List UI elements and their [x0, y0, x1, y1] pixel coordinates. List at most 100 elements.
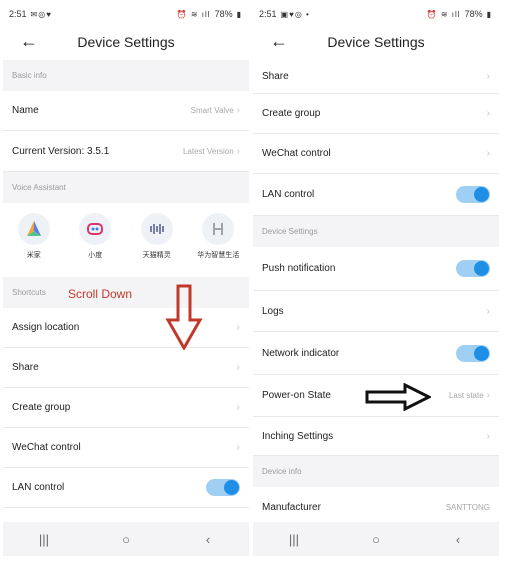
recent-apps-icon[interactable]: |||: [24, 532, 64, 547]
lan-control-toggle[interactable]: [206, 479, 240, 496]
current-version-label: Current Version: 3.5.1: [12, 145, 110, 157]
section-device-info: Device info: [253, 456, 499, 487]
voice-assistant-list: 米家 小度 天猫精灵 华为智慧生活: [3, 203, 249, 277]
signal-icons: ⏰ ≋ ıll: [176, 9, 211, 19]
push-notification-row: Push notification: [253, 247, 499, 291]
assistant-tmall-genie[interactable]: 天猫精灵: [129, 213, 184, 260]
huawei-smart-life-icon: [202, 213, 235, 245]
name-row[interactable]: Name Smart Valve ›: [3, 91, 249, 131]
back-nav-icon[interactable]: ‹: [438, 532, 478, 547]
manufacturer-label: Manufacturer: [262, 502, 321, 513]
power-on-state-label: Power-on State: [262, 390, 331, 401]
status-bar: 2:51 ▣♥◎ • ⏰ ≋ ıll 78% ▮: [253, 4, 499, 24]
chevron-right-icon: ›: [486, 108, 490, 119]
assistant-name: 小度: [88, 252, 103, 259]
battery-icon: ▮: [236, 9, 242, 19]
android-nav-bar: ||| ○ ‹: [253, 522, 499, 556]
chevron-right-icon: ›: [236, 322, 240, 333]
status-time: 2:51: [259, 9, 277, 19]
chevron-right-icon: ›: [236, 105, 240, 116]
assistant-huawei-smart-life[interactable]: 华为智慧生活: [191, 213, 246, 260]
mi-home-icon: [17, 213, 50, 245]
home-icon[interactable]: ○: [356, 532, 396, 547]
notification-icons: ▣♥◎ •: [280, 9, 310, 19]
chevron-right-icon: ›: [486, 71, 490, 82]
battery-level: 78%: [464, 9, 483, 19]
chevron-right-icon: ›: [486, 430, 490, 442]
share-row[interactable]: Share ›: [3, 348, 249, 388]
lan-control-label: LAN control: [12, 482, 65, 493]
inching-settings-label: Inching Settings: [262, 430, 334, 442]
section-device-settings: Device Settings: [253, 216, 499, 247]
wechat-control-row[interactable]: WeChat control ›: [3, 428, 249, 468]
chevron-right-icon: ›: [486, 390, 490, 401]
back-arrow-icon[interactable]: ←: [17, 30, 41, 52]
chevron-right-icon: ›: [236, 362, 240, 373]
recent-apps-icon[interactable]: |||: [274, 532, 314, 547]
section-basic-info: Basic info: [3, 60, 249, 91]
pointing-arrow-icon: [365, 383, 431, 411]
manufacturer-value: SANTTONG: [445, 503, 490, 512]
toggle-knob: [474, 187, 489, 202]
assistant-name: 天猫精灵: [142, 252, 171, 259]
scroll-down-annotation: Scroll Down: [68, 287, 133, 301]
assistant-xiaodu[interactable]: 小度: [68, 213, 123, 260]
share-label: Share: [262, 71, 289, 82]
toggle-knob: [474, 345, 489, 361]
logs-label: Logs: [262, 305, 284, 317]
network-indicator-label: Network indicator: [262, 347, 340, 359]
battery-icon: ▮: [486, 9, 492, 19]
android-nav-bar: ||| ○ ‹: [3, 522, 249, 556]
wechat-control-label: WeChat control: [12, 442, 81, 453]
signal-icons: ⏰ ≋ ıll: [426, 9, 461, 19]
network-indicator-row: Network indicator: [253, 332, 499, 375]
home-icon[interactable]: ○: [106, 532, 146, 547]
status-time: 2:51: [9, 9, 27, 19]
assign-location-label: Assign location: [12, 322, 80, 333]
chevron-right-icon: ›: [236, 402, 240, 413]
chevron-right-icon: ›: [236, 442, 240, 453]
tmall-genie-icon: [140, 213, 173, 245]
logs-row[interactable]: Logs ›: [253, 291, 499, 332]
right-phone-screen: 2:51 ▣♥◎ • ⏰ ≋ ıll 78% ▮ ← Device Settin…: [253, 4, 499, 556]
scroll-down-arrow-icon: [165, 284, 203, 350]
create-group-label: Create group: [12, 402, 71, 413]
toggle-knob: [474, 261, 489, 276]
latest-version-value: Latest Version: [182, 146, 234, 156]
assistant-name: 米家: [26, 252, 41, 259]
battery-level: 78%: [214, 9, 233, 19]
wechat-control-row[interactable]: WeChat control ›: [253, 134, 499, 174]
create-group-label: Create group: [262, 108, 321, 119]
share-label: Share: [12, 362, 39, 373]
assign-location-row[interactable]: Assign location ›: [3, 308, 249, 348]
back-arrow-icon[interactable]: ←: [267, 30, 291, 52]
push-notification-toggle[interactable]: [456, 260, 490, 277]
inching-settings-row[interactable]: Inching Settings ›: [253, 417, 499, 456]
lan-control-label: LAN control: [262, 189, 315, 200]
name-label: Name: [12, 105, 39, 116]
notification-icons: ✉◎♥: [30, 9, 52, 19]
lan-control-row: LAN control: [3, 468, 249, 508]
current-version-row[interactable]: Current Version: 3.5.1 Latest Version ›: [3, 131, 249, 172]
lan-control-row: LAN control: [253, 174, 499, 216]
section-voice-assistant: Voice Assistant: [3, 172, 249, 203]
chevron-right-icon: ›: [486, 305, 490, 317]
create-group-row[interactable]: Create group ›: [3, 388, 249, 428]
left-phone-screen: 2:51 ✉◎♥ ⏰ ≋ ıll 78% ▮ ← Device Settings…: [3, 4, 249, 556]
network-indicator-toggle[interactable]: [456, 344, 490, 362]
toggle-knob: [224, 480, 239, 495]
chevron-right-icon: ›: [486, 148, 490, 159]
name-value: Smart Valve: [190, 106, 234, 115]
share-row[interactable]: Share ›: [253, 60, 499, 94]
lan-control-toggle[interactable]: [456, 186, 490, 203]
title-bar: ← Device Settings: [253, 24, 499, 60]
assistant-mi-home[interactable]: 米家: [6, 213, 61, 260]
xiaodu-icon: [79, 213, 112, 245]
power-on-state-value: Last state: [448, 391, 484, 400]
push-notification-label: Push notification: [262, 263, 336, 274]
assistant-name: 华为智慧生活: [197, 252, 240, 259]
title-bar: ← Device Settings: [3, 24, 249, 60]
back-nav-icon[interactable]: ‹: [188, 532, 228, 547]
status-bar: 2:51 ✉◎♥ ⏰ ≋ ıll 78% ▮: [3, 4, 249, 24]
create-group-row[interactable]: Create group ›: [253, 94, 499, 134]
